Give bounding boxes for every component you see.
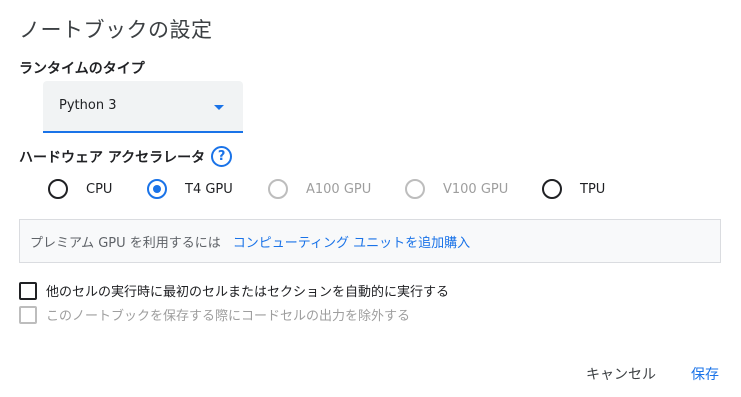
- runtime-type-label: ランタイムのタイプ: [19, 61, 145, 77]
- help-icon[interactable]: ?: [211, 146, 233, 167]
- notebook-settings-dialog: ノートブックの設定 ランタイムのタイプ Python 3 ハードウェア アクセラ…: [0, 0, 741, 397]
- radio-button-checked-icon: [147, 179, 167, 199]
- cancel-button[interactable]: キャンセル: [586, 364, 656, 384]
- omit-output-label: このノートブックを保存する際にコードセルの出力を除外する: [46, 309, 411, 324]
- radio-label-cpu: CPU: [86, 181, 113, 197]
- radio-a100-gpu[interactable]: A100 GPU: [268, 177, 371, 201]
- radio-label-a100-gpu: A100 GPU: [306, 181, 372, 197]
- runtime-type-value: Python 3: [59, 98, 117, 113]
- radio-cpu[interactable]: CPU: [48, 177, 112, 201]
- premium-gpu-banner: プレミアム GPU を利用するには コンピューティング ユニットを追加購入: [19, 219, 721, 263]
- dialog-title: ノートブックの設定: [19, 18, 213, 42]
- radio-button-icon: [542, 179, 562, 199]
- auto-run-first-cell-checkbox-row[interactable]: 他のセルの実行時に最初のセルまたはセクションを自動的に実行する: [19, 281, 449, 300]
- accelerator-radio-group: CPU T4 GPU A100 GPU V100 GPU TPU: [0, 177, 741, 201]
- runtime-type-select[interactable]: Python 3: [43, 81, 243, 133]
- premium-gpu-text: プレミアム GPU を利用するには: [30, 235, 221, 251]
- auto-run-first-cell-label: 他のセルの実行時に最初のセルまたはセクションを自動的に実行する: [46, 285, 450, 300]
- radio-t4-gpu[interactable]: T4 GPU: [147, 177, 233, 201]
- radio-button-icon: [48, 179, 68, 199]
- omit-output-checkbox-row[interactable]: このノートブックを保存する際にコードセルの出力を除外する: [19, 305, 410, 324]
- save-button[interactable]: 保存: [691, 364, 719, 384]
- radio-label-tpu: TPU: [580, 181, 606, 197]
- radio-tpu[interactable]: TPU: [542, 177, 605, 201]
- checkbox-icon[interactable]: [19, 281, 37, 300]
- checkbox-disabled-icon[interactable]: [19, 305, 37, 324]
- hardware-accelerator-label: ハードウェア アクセラレータ ?: [19, 146, 233, 167]
- buy-compute-units-link[interactable]: コンピューティング ユニットを追加購入: [233, 232, 470, 251]
- radio-button-disabled-icon: [405, 179, 425, 199]
- radio-v100-gpu[interactable]: V100 GPU: [405, 177, 508, 201]
- dropdown-arrow-icon: [214, 105, 224, 110]
- radio-button-disabled-icon: [268, 179, 288, 199]
- hardware-accelerator-label-text: ハードウェア アクセラレータ: [19, 149, 206, 166]
- radio-label-v100-gpu: V100 GPU: [443, 181, 509, 197]
- radio-label-t4-gpu: T4 GPU: [185, 181, 233, 197]
